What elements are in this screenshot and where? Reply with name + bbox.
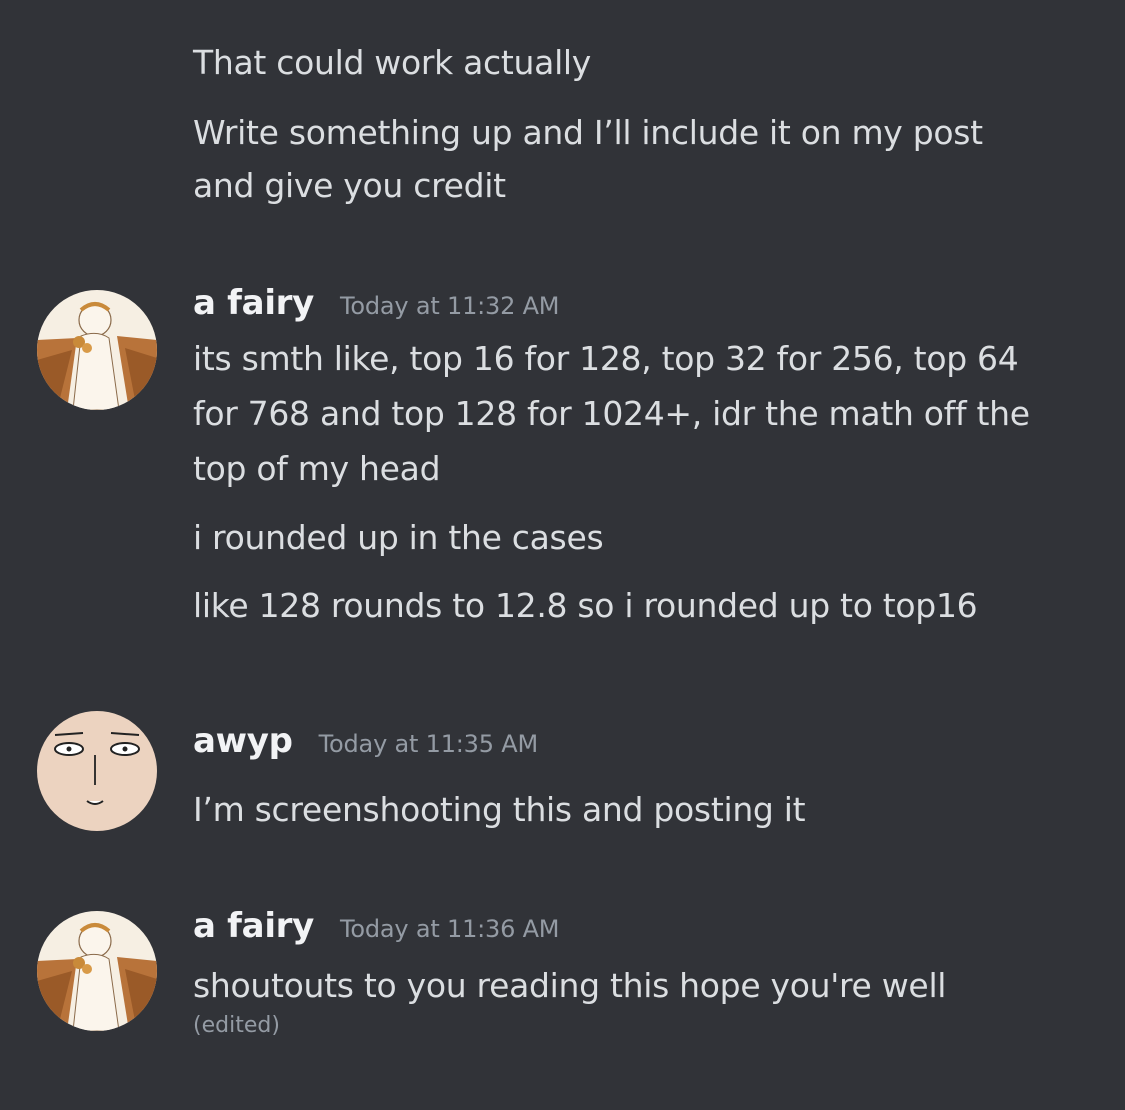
message-header: awyp Today at 11:35 AM bbox=[193, 721, 538, 761]
awyp-avatar-icon[interactable] bbox=[37, 711, 157, 831]
message-text: That could work actually bbox=[193, 43, 592, 82]
message-text: its smth like, top 16 for 128, top 32 fo… bbox=[193, 339, 1019, 378]
message-text: like 128 rounds to 12.8 so i rounded up … bbox=[193, 586, 978, 625]
timestamp: Today at 11:36 AM bbox=[340, 915, 560, 943]
fairy-avatar-icon[interactable] bbox=[37, 911, 157, 1031]
edited-label: (edited) bbox=[193, 1013, 280, 1038]
message-text: and give you credit bbox=[193, 166, 506, 205]
username[interactable]: awyp bbox=[193, 721, 293, 761]
message-header: a fairy Today at 11:32 AM bbox=[193, 283, 560, 323]
timestamp: Today at 11:32 AM bbox=[340, 292, 560, 320]
message-text: I’m screenshooting this and posting it bbox=[193, 790, 806, 829]
message-header: a fairy Today at 11:36 AM bbox=[193, 906, 560, 946]
fairy-avatar-icon[interactable] bbox=[37, 290, 157, 410]
username[interactable]: a fairy bbox=[193, 283, 314, 323]
message-text: top of my head bbox=[193, 449, 441, 488]
message-text: shoutouts to you reading this hope you'r… bbox=[193, 966, 947, 1005]
message-text: Write something up and I’ll include it o… bbox=[193, 113, 983, 152]
message-text: for 768 and top 128 for 1024+, idr the m… bbox=[193, 394, 1030, 433]
timestamp: Today at 11:35 AM bbox=[318, 730, 539, 758]
message-text: i rounded up in the cases bbox=[193, 518, 604, 557]
username[interactable]: a fairy bbox=[193, 906, 314, 946]
